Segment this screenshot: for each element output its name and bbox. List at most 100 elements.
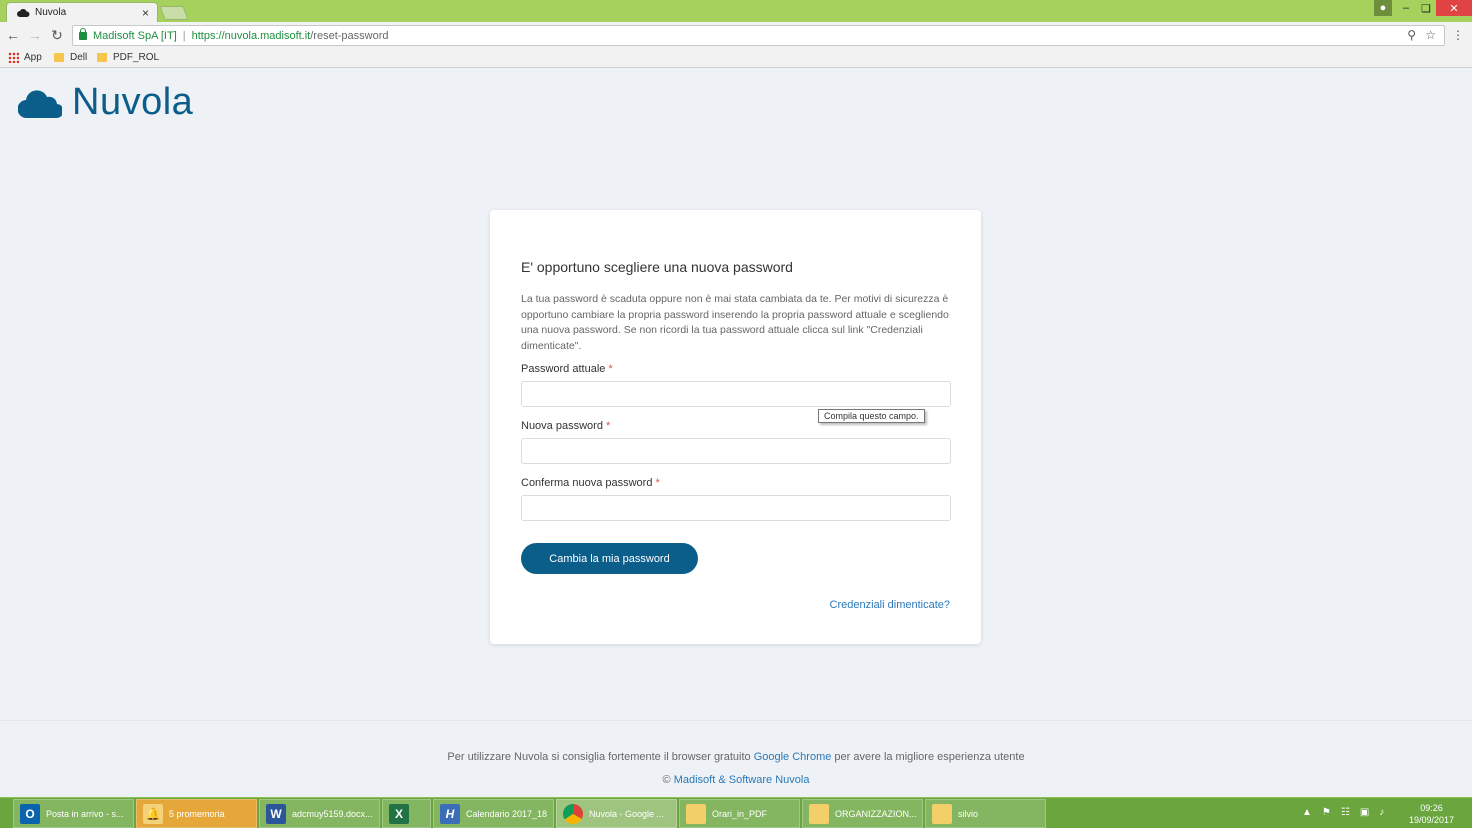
user-profile-icon[interactable]: ● xyxy=(1374,0,1392,16)
new-password-label: Nuova password * xyxy=(521,420,610,432)
form-title: E' opportuno scegliere una nuova passwor… xyxy=(521,259,793,275)
folder-icon xyxy=(54,53,64,62)
folder-icon xyxy=(97,53,107,62)
taskbar-item-excel[interactable]: X xyxy=(382,799,431,828)
system-tray: ▲ ⚑ ☷ ▣ ♪ 09:26 19/09/2017 xyxy=(1292,798,1472,828)
cloud-logo-icon xyxy=(18,89,62,118)
clock-time: 09:26 xyxy=(1420,803,1443,813)
confirm-password-label: Conferma nuova password * xyxy=(521,477,660,489)
excel-icon: X xyxy=(389,803,409,824)
key-icon[interactable]: ⚲ xyxy=(1407,28,1416,42)
taskbar-label: Nuvola - Google ... xyxy=(589,808,665,819)
url-path: /reset-password xyxy=(310,29,389,42)
show-hidden-icons-icon[interactable]: ▲ xyxy=(1302,807,1312,818)
logo-text: Nuvola xyxy=(72,81,194,123)
taskbar-clock[interactable]: 09:26 19/09/2017 xyxy=(1409,802,1454,826)
footer-text: Per utilizzare Nuvola si consiglia forte… xyxy=(447,751,754,763)
google-chrome-link[interactable]: Google Chrome xyxy=(754,751,832,763)
validation-tooltip: Compila questo campo. xyxy=(818,409,925,423)
copyright: © Madisoft & Software Nuvola xyxy=(0,774,1472,786)
field-label-text: Password attuale xyxy=(521,363,606,375)
taskbar-label: silvio xyxy=(958,808,979,819)
nuvola-logo[interactable]: Nuvola xyxy=(18,81,193,124)
taskbar-item-organizzazione[interactable]: ORGANIZZAZION... xyxy=(802,799,923,828)
bookmark-label: App xyxy=(24,52,42,63)
taskbar-item-orari[interactable]: Orari_in_PDF xyxy=(679,799,800,828)
lock-icon xyxy=(79,27,87,40)
flag-icon[interactable]: ⚑ xyxy=(1322,807,1331,818)
current-password-input[interactable] xyxy=(521,381,951,407)
volume-icon[interactable]: ♪ xyxy=(1379,807,1384,818)
bookmarks-bar: App Dell PDF_ROL xyxy=(0,48,1472,68)
bookmark-star-icon[interactable]: ☆ xyxy=(1425,28,1436,42)
taskbar-label: Calendario 2017_18 xyxy=(466,808,548,819)
taskbar-item-outlook[interactable]: O Posta in arrivo - s... xyxy=(13,799,134,828)
url-host: https://nuvola.madisoft.it xyxy=(191,29,311,42)
bookmark-apps[interactable]: App xyxy=(8,52,42,63)
taskbar-item-silvio[interactable]: silvio xyxy=(925,799,1046,828)
outlook-icon: O xyxy=(20,803,40,824)
word-icon: W xyxy=(266,803,286,824)
taskbar-label: Orari_in_PDF xyxy=(712,808,768,819)
taskbar-item-chrome[interactable]: Nuvola - Google ... xyxy=(556,799,677,828)
copyright-symbol: © xyxy=(662,774,674,786)
cloud-favicon-icon xyxy=(17,9,30,17)
tray-icons: ▲ ⚑ ☷ ▣ ♪ xyxy=(1302,807,1384,818)
forward-arrow-icon[interactable]: → xyxy=(26,26,44,44)
browser-toolbar: ← → ↻ Madisoft SpA [IT] | https://nuvola… xyxy=(0,22,1472,48)
bookmark-label: Dell xyxy=(70,52,88,63)
browser-menu-icon[interactable]: ⋮ xyxy=(1452,28,1464,42)
bookmark-label: PDF_ROL xyxy=(113,52,160,63)
apps-grid-icon xyxy=(8,52,19,63)
current-password-label: Password attuale * xyxy=(521,363,613,375)
h-app-icon: H xyxy=(440,803,460,824)
field-label-text: Nuova password xyxy=(521,420,603,432)
browser-tab-nuvola[interactable]: Nuvola × xyxy=(6,2,158,22)
bookmark-dell[interactable]: Dell xyxy=(54,52,87,63)
taskbar-label: 5 promemoria xyxy=(169,808,225,819)
close-window-icon[interactable]: ✕ xyxy=(1436,0,1472,16)
confirm-password-input[interactable] xyxy=(521,495,951,521)
folder-icon xyxy=(686,803,706,824)
bell-icon: 🔔 xyxy=(143,803,163,824)
taskbar-label: adcmuy5159.docx... xyxy=(292,808,373,819)
reload-icon[interactable]: ↻ xyxy=(48,26,66,44)
page-footer: Per utilizzare Nuvola si consiglia forte… xyxy=(0,720,1472,797)
taskbar-item-word[interactable]: W adcmuy5159.docx... xyxy=(259,799,380,828)
new-password-input[interactable] xyxy=(521,438,951,464)
form-description: La tua password è scaduta oppure non è m… xyxy=(521,293,949,352)
required-marker: * xyxy=(608,363,613,375)
bookmark-pdf-rol[interactable]: PDF_ROL xyxy=(97,52,159,63)
folder-icon xyxy=(932,803,952,824)
required-marker: * xyxy=(606,420,611,432)
folder-icon xyxy=(809,803,829,824)
restore-icon[interactable]: ❏ xyxy=(1416,0,1436,16)
taskbar-item-reminders[interactable]: 🔔 5 promemoria xyxy=(136,799,257,828)
tab-close-icon[interactable]: × xyxy=(142,6,149,20)
reset-password-card: E' opportuno scegliere una nuova passwor… xyxy=(490,210,981,644)
minimize-icon[interactable]: – xyxy=(1396,0,1416,16)
browser-titlebar: Nuvola × ● – ❏ ✕ xyxy=(0,0,1472,22)
taskbar-item-calendario[interactable]: H Calendario 2017_18 xyxy=(433,799,554,828)
clock-date: 19/09/2017 xyxy=(1408,815,1454,825)
new-tab-button[interactable] xyxy=(159,6,189,20)
browser-recommendation: Per utilizzare Nuvola si consiglia forte… xyxy=(0,751,1472,763)
network-icon[interactable]: ☷ xyxy=(1341,807,1350,818)
forgot-credentials-link[interactable]: Credenziali dimenticate? xyxy=(830,599,950,611)
back-arrow-icon[interactable]: ← xyxy=(4,26,22,44)
required-marker: * xyxy=(655,477,660,489)
taskbar-label: Posta in arrivo - s... xyxy=(46,808,124,819)
security-org-label: Madisoft SpA [IT] xyxy=(93,29,177,42)
chrome-icon xyxy=(563,803,583,824)
madisoft-link[interactable]: Madisoft & Software Nuvola xyxy=(674,774,810,786)
windows-taskbar: O Posta in arrivo - s... 🔔 5 promemoria … xyxy=(0,797,1472,828)
taskbar-label: ORGANIZZAZION... xyxy=(835,808,917,819)
tab-title: Nuvola xyxy=(35,7,67,18)
page-content: Nuvola E' opportuno scegliere una nuova … xyxy=(0,69,1472,797)
display-icon[interactable]: ▣ xyxy=(1360,807,1369,818)
address-separator: | xyxy=(182,29,186,42)
address-bar[interactable]: Madisoft SpA [IT] | https://nuvola.madis… xyxy=(72,25,1445,46)
field-label-text: Conferma nuova password xyxy=(521,477,653,489)
footer-text: per avere la migliore esperienza utente xyxy=(831,751,1025,763)
change-password-button[interactable]: Cambia la mia password xyxy=(521,543,698,574)
